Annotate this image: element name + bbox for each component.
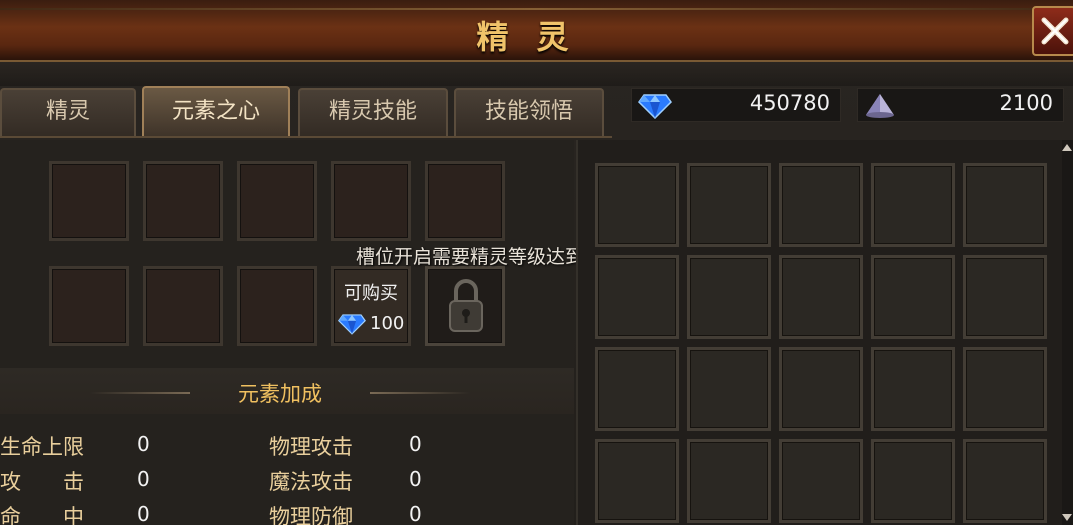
stat-label: 命 中 (0, 505, 84, 525)
inventory-slot[interactable] (963, 255, 1047, 339)
inventory-scrollbar[interactable] (1062, 140, 1073, 525)
element-slot[interactable] (49, 161, 129, 241)
title-bar: 精灵 (0, 0, 1073, 62)
inventory-slot[interactable] (595, 347, 679, 431)
inventory-slot[interactable] (963, 347, 1047, 431)
crystal-counter: 2100 (857, 88, 1064, 122)
crystal-icon (866, 94, 894, 118)
spirit-window: 精灵 精灵 元素之心 精灵技能 技能领悟 450780 2100 可购买 100… (0, 0, 1073, 525)
element-slot[interactable] (49, 266, 129, 346)
inventory-slot[interactable] (779, 163, 863, 247)
element-slot[interactable] (143, 161, 223, 241)
element-bonus-title: 元素加成 (238, 382, 322, 406)
inventory-slot[interactable] (595, 163, 679, 247)
scroll-down-icon[interactable] (1062, 514, 1072, 521)
buy-slot[interactable]: 可购买 100 (331, 266, 411, 346)
crystal-value: 2100 (999, 91, 1053, 115)
locked-slot[interactable] (425, 266, 505, 346)
diamond-value: 450780 (749, 91, 830, 115)
close-button[interactable] (1032, 6, 1073, 56)
element-slot[interactable] (331, 161, 411, 241)
tab-spirit-skills[interactable]: 精灵技能 (298, 88, 448, 136)
inventory-slot[interactable] (871, 347, 955, 431)
inventory-slot[interactable] (687, 347, 771, 431)
window-title: 精灵 (476, 18, 597, 56)
stat-label: 攻 击 (0, 470, 84, 494)
inventory-slot[interactable] (871, 439, 955, 523)
inventory-slot[interactable] (779, 255, 863, 339)
tab-skill-comprehension[interactable]: 技能领悟 (454, 88, 604, 136)
buy-slot-label: 可购买 (344, 283, 398, 304)
tab-spirit[interactable]: 精灵 (0, 88, 136, 136)
tab-element-heart[interactable]: 元素之心 (142, 86, 290, 138)
element-slot[interactable] (237, 266, 317, 346)
inventory-slot[interactable] (687, 439, 771, 523)
inventory-slot[interactable] (687, 255, 771, 339)
element-slot[interactable] (143, 266, 223, 346)
element-slot[interactable] (237, 161, 317, 241)
inventory-slot[interactable] (595, 255, 679, 339)
element-bonus-header: 元素加成 (0, 368, 574, 414)
inventory-slot[interactable] (779, 439, 863, 523)
stat-label: 物理防御 (269, 505, 353, 525)
stat-value: 0 (409, 467, 422, 491)
inventory-slot[interactable] (963, 439, 1047, 523)
header-strip (0, 62, 1073, 86)
stat-value: 0 (409, 432, 422, 456)
inventory-slot[interactable] (779, 347, 863, 431)
inventory-slot[interactable] (871, 163, 955, 247)
diamond-counter: 450780 (631, 88, 841, 122)
inventory-slot[interactable] (963, 163, 1047, 247)
diamond-icon (638, 94, 672, 119)
scroll-up-icon[interactable] (1062, 144, 1072, 151)
stat-label: 魔法攻击 (269, 470, 353, 494)
stat-value: 0 (137, 467, 150, 491)
stat-value: 0 (137, 432, 150, 456)
stat-label: 物理攻击 (269, 435, 353, 459)
tab-underline (0, 136, 612, 138)
buy-slot-price: 100 (370, 313, 405, 334)
element-slot[interactable] (425, 161, 505, 241)
stat-label: 生命上限 (0, 435, 84, 459)
stat-value: 0 (409, 502, 422, 525)
inventory-slot[interactable] (687, 163, 771, 247)
stat-value: 0 (137, 502, 150, 525)
close-icon (1041, 17, 1069, 45)
padlock-icon (449, 279, 483, 332)
inventory-slot[interactable] (871, 255, 955, 339)
inventory-slot[interactable] (595, 439, 679, 523)
diamond-icon (338, 314, 366, 335)
